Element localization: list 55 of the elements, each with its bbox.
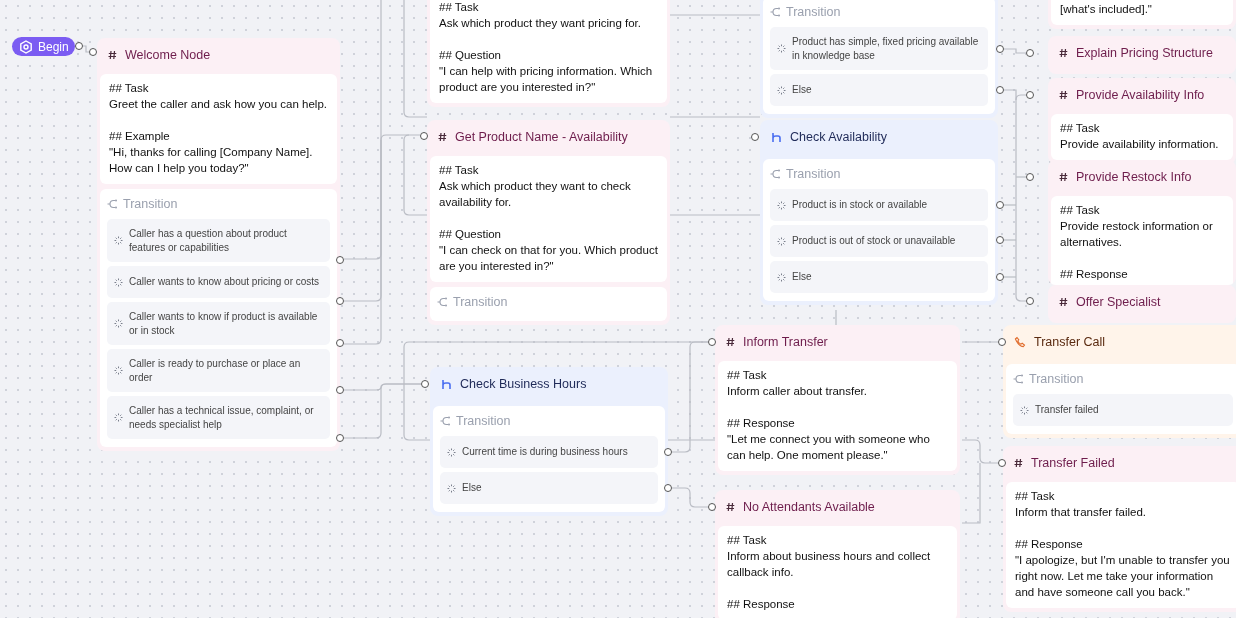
node-title: Provide Restock Info: [1076, 170, 1192, 184]
condition-item[interactable]: Caller is ready to purchase or place an order: [107, 349, 330, 392]
flow-node[interactable]: Transfer Call Transition Transfer failed: [1003, 325, 1236, 438]
prompt-text: ## Task Greet the caller and ask how you can help. ## Example "Hi, thanks for calling [Company Name]. How can I help you today?": [109, 81, 328, 176]
condition-item[interactable]: Caller has a question about product features or capabilities: [107, 219, 330, 262]
condition-item[interactable]: Caller has a technical issue, complaint, or needs specialist help: [107, 396, 330, 439]
flow-node[interactable]: Provide Availability Info ## Task Provide availability information.: [1048, 78, 1236, 164]
condition-item[interactable]: Current time is during business hours: [440, 436, 658, 468]
condition-item[interactable]: Product is out of stock or unavailable: [770, 225, 988, 257]
node-title: Welcome Node: [125, 48, 211, 62]
node-title: Inform Transfer: [743, 335, 828, 349]
prompt-text: ## Task Provide availability information.: [1060, 121, 1220, 152]
transition-label: Transition: [786, 5, 841, 19]
node-title: Get Product Name - Availability: [455, 130, 628, 144]
flow-node[interactable]: Check Availability Transition Product is in stock or available Product is out of stock or unavailable Else: [760, 120, 998, 305]
condition-item[interactable]: Product has simple, fixed pricing available in knowledge base: [770, 27, 988, 70]
transition-label: Transition: [123, 197, 178, 211]
node-title: Transfer Call: [1034, 335, 1106, 349]
flow-node[interactable]: Provide Restock Info ## Task Provide restock information or alternatives. ## Response: [1048, 160, 1236, 285]
prompt-text: ## Task Ask which product they want pricing for. ## Question "I can help with pricing information. Which product are you interested in?": [439, 0, 654, 95]
flow-node[interactable]: Get Product Name - Availability ## Task Ask which product they want to check availability for. ## Question "I can check on that for you. Which product are you interested in?" Transition: [427, 120, 670, 325]
node-title: Check Business Hours: [460, 377, 587, 391]
flow-node[interactable]: Offer Specialist: [1048, 285, 1236, 323]
transition-label: Transition: [456, 414, 511, 428]
transition-label: Transition: [786, 167, 841, 181]
flow-node[interactable]: [what's included].": [1048, 0, 1236, 29]
condition-item[interactable]: Else: [440, 472, 658, 504]
prompt-text: ## Task Inform caller about transfer. ## Response "Let me connect you with someone who can help. One moment please.": [727, 368, 931, 463]
condition-item[interactable]: Else: [770, 74, 988, 106]
flow-node[interactable]: No Attendants Available ## Task Inform about business hours and collect callback info. ## Response: [715, 490, 960, 618]
flow-node[interactable]: ## Task Ask which product they want pricing for. ## Question "I can help with pricing information. Which product are you interested in?": [427, 0, 670, 107]
prompt-text: [what's included].": [1060, 2, 1153, 17]
prompt-text: ## Task Ask which product they want to check availability for. ## Question "I can check on that for you. Which product are you interested in?": [439, 163, 658, 274]
condition-item[interactable]: Product is in stock or available: [770, 189, 988, 221]
condition-item[interactable]: Caller wants to know if product is available or in stock: [107, 302, 330, 345]
begin-node[interactable]: Begin: [12, 37, 75, 56]
prompt-text: ## Task Inform that transfer failed. ## Response "I apologize, but I'm unable to transfer you right now. Let me take your information and have someone call you back.": [1015, 489, 1231, 600]
flow-node[interactable]: Inform Transfer ## Task Inform caller about transfer. ## Response "Let me connect you with someone who can help. One moment please.": [715, 325, 960, 475]
node-title: Provide Availability Info: [1076, 88, 1205, 102]
condition-item[interactable]: Transfer failed: [1013, 394, 1233, 426]
node-title: Transfer Failed: [1031, 456, 1115, 470]
prompt-text: ## Task Provide restock information or alternatives. ## Response: [1060, 203, 1214, 282]
flow-node[interactable]: Check Business Hours Transition Current time is during business hours Else: [430, 367, 668, 516]
node-title: Offer Specialist: [1076, 295, 1161, 309]
transition-label: Transition: [453, 295, 508, 309]
condition-item[interactable]: Caller wants to know about pricing or costs: [107, 266, 330, 298]
prompt-text: ## Task Inform about business hours and collect callback info. ## Response: [727, 533, 932, 612]
condition-item[interactable]: Else: [770, 261, 988, 293]
node-title: Check Availability: [790, 130, 888, 144]
transition-label: Transition: [1029, 372, 1084, 386]
node-title: Explain Pricing Structure: [1076, 46, 1213, 60]
flow-node[interactable]: Transfer Failed ## Task Inform that transfer failed. ## Response "I apologize, but I'm unable to transfer you right now. Let me take your information and have someone call you back.": [1003, 446, 1236, 612]
node-title: No Attendants Available: [743, 500, 875, 514]
flow-node[interactable]: Transition Product has simple, fixed pricing available in knowledge base Else: [760, 0, 998, 118]
flow-node[interactable]: Explain Pricing Structure: [1048, 36, 1236, 74]
